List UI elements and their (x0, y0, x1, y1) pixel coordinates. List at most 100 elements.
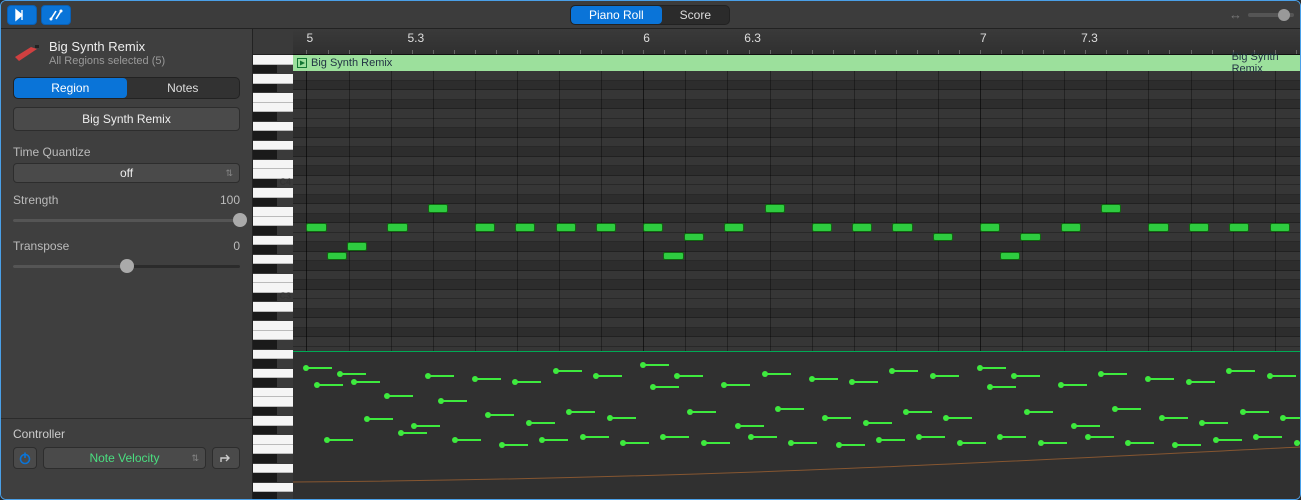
midi-note[interactable] (428, 204, 448, 213)
velocity-event[interactable] (1000, 436, 1026, 438)
velocity-event[interactable] (569, 411, 595, 413)
velocity-event[interactable] (1101, 373, 1127, 375)
midi-note[interactable] (643, 223, 663, 232)
midi-note[interactable] (933, 233, 953, 242)
velocity-event[interactable] (515, 381, 541, 383)
velocity-event[interactable] (946, 417, 972, 419)
velocity-event[interactable] (1061, 384, 1087, 386)
velocity-event[interactable] (1189, 381, 1215, 383)
velocity-event[interactable] (1297, 442, 1300, 444)
region-name-field[interactable]: Big Synth Remix (13, 107, 240, 131)
velocity-event[interactable] (751, 436, 777, 438)
velocity-event[interactable] (327, 439, 353, 441)
link-button[interactable] (41, 5, 71, 25)
velocity-event[interactable] (724, 384, 750, 386)
velocity-event[interactable] (1162, 417, 1188, 419)
transpose-slider[interactable] (13, 259, 240, 273)
velocity-event[interactable] (663, 436, 689, 438)
velocity-event[interactable] (866, 422, 892, 424)
velocity-event[interactable] (401, 432, 427, 434)
midi-note[interactable] (663, 252, 683, 261)
velocity-event[interactable] (488, 414, 514, 416)
velocity-event[interactable] (623, 442, 649, 444)
velocity-event[interactable] (990, 386, 1016, 388)
horizontal-zoom-slider[interactable] (1248, 13, 1294, 17)
velocity-event[interactable] (906, 411, 932, 413)
velocity-event[interactable] (933, 375, 959, 377)
piano-roll-grid[interactable]: 55.366.377.3 Big Synth Remix Big Synth R… (293, 29, 1300, 499)
velocity-event[interactable] (1115, 408, 1141, 410)
velocity-event[interactable] (542, 439, 568, 441)
midi-note[interactable] (1000, 252, 1020, 261)
inspector-tab-region[interactable]: Region (14, 78, 127, 98)
velocity-event[interactable] (677, 375, 703, 377)
midi-note[interactable] (1270, 223, 1290, 232)
velocity-event[interactable] (475, 378, 501, 380)
velocity-event[interactable] (455, 439, 481, 441)
velocity-event[interactable] (643, 364, 669, 366)
controller-select[interactable]: Note Velocity ⇅ (43, 447, 206, 469)
velocity-event[interactable] (1229, 370, 1255, 372)
velocity-event[interactable] (583, 436, 609, 438)
velocity-event[interactable] (306, 367, 332, 369)
midi-note[interactable] (556, 223, 576, 232)
velocity-event[interactable] (812, 378, 838, 380)
velocity-event[interactable] (596, 375, 622, 377)
velocity-event[interactable] (738, 425, 764, 427)
velocity-event[interactable] (839, 444, 865, 446)
velocity-event[interactable] (1216, 439, 1242, 441)
velocity-event[interactable] (529, 422, 555, 424)
velocity-event[interactable] (892, 370, 918, 372)
midi-note[interactable] (596, 223, 616, 232)
midi-note[interactable] (475, 223, 495, 232)
velocity-event[interactable] (704, 442, 730, 444)
catch-playhead-button[interactable] (7, 5, 37, 25)
midi-note[interactable] (515, 223, 535, 232)
velocity-event[interactable] (1027, 411, 1053, 413)
velocity-event[interactable] (653, 386, 679, 388)
midi-note[interactable] (852, 223, 872, 232)
velocity-event[interactable] (1243, 411, 1269, 413)
tab-score[interactable]: Score (662, 6, 729, 24)
velocity-event[interactable] (879, 439, 905, 441)
velocity-event[interactable] (387, 395, 413, 397)
time-quantize-select[interactable]: off ⇅ (13, 163, 240, 183)
velocity-event[interactable] (367, 418, 393, 420)
controller-power-button[interactable] (13, 447, 37, 469)
tab-piano-roll[interactable]: Piano Roll (571, 6, 662, 24)
strength-slider[interactable] (13, 213, 240, 227)
velocity-event[interactable] (778, 408, 804, 410)
midi-note[interactable] (980, 223, 1000, 232)
controller-share-button[interactable] (212, 447, 240, 469)
velocity-event[interactable] (354, 381, 380, 383)
midi-note[interactable] (1189, 223, 1209, 232)
velocity-event[interactable] (1088, 436, 1114, 438)
midi-note[interactable] (812, 223, 832, 232)
midi-note[interactable] (892, 223, 912, 232)
midi-note[interactable] (387, 223, 407, 232)
time-ruler[interactable]: 55.366.377.3 (293, 29, 1300, 55)
velocity-event[interactable] (428, 375, 454, 377)
velocity-event[interactable] (1202, 422, 1228, 424)
midi-note[interactable] (1061, 223, 1081, 232)
velocity-event[interactable] (441, 400, 467, 402)
velocity-event[interactable] (825, 417, 851, 419)
velocity-event[interactable] (1256, 436, 1282, 438)
region-header-next[interactable]: Big Synth Remix (1228, 55, 1300, 71)
inspector-tab-notes[interactable]: Notes (127, 78, 240, 98)
velocity-event[interactable] (980, 367, 1006, 369)
velocity-event[interactable] (556, 370, 582, 372)
velocity-event[interactable] (1041, 442, 1067, 444)
velocity-event[interactable] (765, 373, 791, 375)
midi-note[interactable] (765, 204, 785, 213)
velocity-event[interactable] (919, 436, 945, 438)
midi-note[interactable] (724, 223, 744, 232)
velocity-event[interactable] (1074, 425, 1100, 427)
midi-note[interactable] (327, 252, 347, 261)
midi-note[interactable] (1020, 233, 1040, 242)
midi-note[interactable] (347, 242, 367, 251)
velocity-event[interactable] (960, 442, 986, 444)
piano-keyboard[interactable]: C4C3 (253, 29, 293, 499)
midi-note[interactable] (1101, 204, 1121, 213)
velocity-event[interactable] (317, 384, 343, 386)
